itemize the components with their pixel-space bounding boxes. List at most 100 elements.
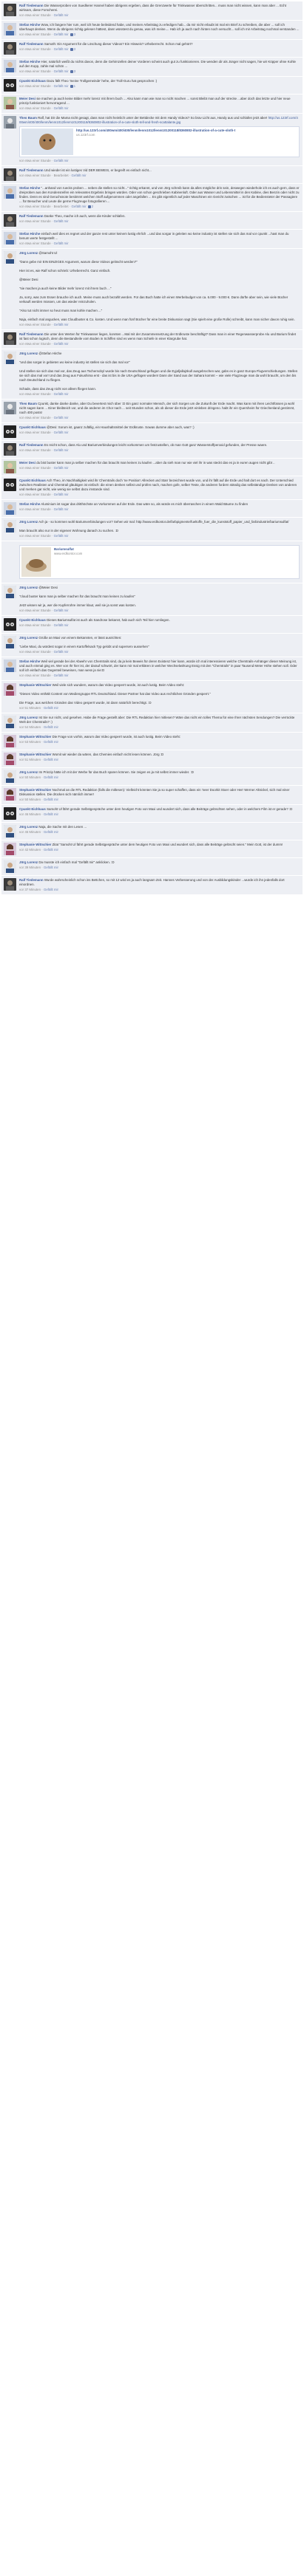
like-link[interactable]: Gefällt mir	[44, 740, 58, 744]
like-link[interactable]: Gefällt mir	[54, 106, 69, 110]
like-link[interactable]: Gefällt mir	[54, 416, 69, 419]
comment-author[interactable]: Ralf Tiedemann	[19, 214, 44, 218]
comment-timestamp[interactable]: vor etwa einer Stunde	[19, 32, 51, 36]
comment-timestamp[interactable]: vor etwa einer Stunde	[19, 650, 51, 654]
like-link[interactable]: Gefällt mir	[72, 205, 87, 208]
avatar[interactable]	[4, 116, 16, 129]
comment-timestamp[interactable]: vor etwa einer Stunde	[19, 47, 51, 51]
avatar[interactable]	[4, 402, 16, 414]
like-link[interactable]: Gefällt mir	[54, 466, 69, 470]
comment-author[interactable]: Jörg Lorenz	[19, 251, 38, 255]
comment-timestamp[interactable]: vor etwa einer Stunde	[19, 493, 51, 496]
comment-timestamp[interactable]: vor etwa einer Stunde	[19, 106, 51, 110]
avatar[interactable]	[4, 683, 16, 696]
comment-author[interactable]: Theo Baum	[19, 402, 37, 405]
comment-author[interactable]: Meier Desi	[19, 461, 36, 465]
avatar[interactable]	[4, 79, 16, 92]
comment-author[interactable]: Cpunkt Eichhaus	[19, 425, 46, 429]
comment-author[interactable]: Jörg Lorenz	[19, 352, 38, 355]
comment-author[interactable]: Stefan Hirche	[19, 60, 40, 64]
like-link[interactable]: Gefällt mir	[44, 888, 58, 891]
avatar[interactable]	[4, 186, 16, 199]
like-link[interactable]: Gefällt mir	[44, 775, 58, 779]
like-link[interactable]: Gefällt mir	[44, 798, 58, 801]
avatar[interactable]	[4, 502, 16, 515]
comment-timestamp[interactable]: vor etwa einer Stunde	[19, 69, 51, 73]
like-link[interactable]: Gefällt mir	[54, 159, 69, 162]
comment-timestamp[interactable]: vor etwa einer Stunde	[19, 623, 51, 627]
avatar[interactable]	[4, 770, 16, 783]
like-link[interactable]: Gefällt mir	[54, 323, 69, 326]
comment-timestamp[interactable]: vor 50 Minuten	[19, 798, 41, 801]
comment-author[interactable]: Stefan Hirche	[19, 660, 40, 663]
avatar[interactable]	[4, 4, 16, 16]
comment-author[interactable]: Stefan Hirche	[19, 502, 40, 506]
avatar[interactable]	[4, 618, 16, 631]
comment-timestamp[interactable]: vor 51 Minuten	[19, 758, 41, 761]
avatar[interactable]	[4, 251, 16, 264]
like-link[interactable]: Gefällt mir	[54, 674, 69, 677]
comment-timestamp[interactable]: vor etwa einer Stunde	[19, 342, 51, 346]
like-link[interactable]: Gefällt mir	[54, 623, 69, 627]
comment-author[interactable]: Cpunkt Eichhaus	[19, 79, 46, 83]
comment-author[interactable]: Stefan Hirche	[19, 232, 40, 236]
like-count[interactable]: 3	[74, 32, 75, 36]
avatar[interactable]	[4, 753, 16, 765]
comment-timestamp[interactable]: vor etwa einer Stunde	[19, 13, 51, 17]
comment-author[interactable]: Theo Baum	[19, 116, 37, 120]
avatar[interactable]	[4, 660, 16, 672]
comment-timestamp[interactable]: vor 45 Minuten	[19, 830, 41, 834]
comment-timestamp[interactable]: vor etwa einer Stunde	[19, 392, 51, 396]
comment-timestamp[interactable]: vor etwa einer Stunde	[19, 242, 51, 245]
comment-author[interactable]: Stephanie Wittschier	[19, 843, 51, 846]
comment-author[interactable]: Stephanie Wittschier	[19, 683, 51, 687]
comment-author[interactable]: Jörg Lorenz	[19, 860, 38, 864]
like-link[interactable]: Gefällt mir	[54, 609, 69, 612]
avatar[interactable]	[4, 636, 16, 648]
comment-author[interactable]: Cpunkt Eichhaus	[19, 807, 46, 811]
comment-timestamp[interactable]: vor etwa einer Stunde	[19, 507, 51, 511]
comment-author[interactable]: Ralf Tiedemann	[19, 4, 44, 7]
comment-timestamp[interactable]: vor etwa einer Stunde	[19, 534, 51, 538]
avatar[interactable]	[4, 23, 16, 35]
avatar[interactable]	[4, 60, 16, 72]
avatar[interactable]	[4, 352, 16, 364]
like-link[interactable]: Gefällt mir	[54, 84, 69, 88]
avatar[interactable]	[4, 232, 16, 244]
avatar[interactable]	[4, 520, 16, 532]
like-link[interactable]: Gefällt mir	[54, 342, 69, 346]
comment-timestamp[interactable]: vor etwa einer Stunde	[19, 448, 51, 452]
like-link[interactable]: Gefällt mir	[54, 242, 69, 245]
like-count[interactable]: 2	[92, 205, 93, 208]
comment-timestamp[interactable]: vor 39 Minuten	[19, 866, 41, 869]
like-link[interactable]: Gefällt mir	[54, 13, 69, 17]
avatar[interactable]	[4, 461, 16, 473]
comment-timestamp[interactable]: vor etwa einer Stunde	[19, 205, 51, 208]
like-link[interactable]: Gefällt mir	[44, 848, 58, 852]
comment-author[interactable]: Jörg Lorenz	[19, 636, 38, 640]
comment-author[interactable]: Jörg Lorenz	[19, 825, 38, 829]
comment-author[interactable]: Ralf Tiedemann	[19, 42, 44, 46]
comment-timestamp[interactable]: vor 53 Minuten	[19, 740, 41, 744]
link-preview-title[interactable]: http://us.123rf.com/400wm/400/400/lenm/l…	[76, 129, 235, 133]
comment-author[interactable]: Stephanie Wittschier	[19, 753, 51, 756]
comment-timestamp[interactable]: vor 54 Minuten	[19, 725, 41, 729]
like-link[interactable]: Gefällt mir	[54, 431, 69, 434]
comment-timestamp[interactable]: vor etwa einer Stunde	[19, 159, 51, 162]
avatar[interactable]	[4, 97, 16, 109]
comment-author[interactable]: Jörg Lorenz	[19, 770, 38, 774]
comment-author[interactable]: Stefan Hirche	[19, 23, 40, 27]
avatar[interactable]	[4, 843, 16, 855]
link-preview[interactable]: http://us.123rf.com/400wm/400/400/lenm/l…	[19, 126, 300, 157]
comment-author[interactable]: Jörg Lorenz	[19, 716, 38, 719]
avatar[interactable]	[4, 214, 16, 227]
like-link[interactable]: Gefällt mir	[44, 830, 58, 834]
like-link[interactable]: Gefällt mir	[44, 706, 58, 710]
like-link[interactable]: Gefällt mir	[44, 866, 58, 869]
like-link[interactable]: Gefällt mir	[44, 758, 58, 761]
avatar[interactable]	[4, 735, 16, 747]
comment-author[interactable]: Cpunkt Eichhaus	[19, 479, 46, 482]
comment-timestamp[interactable]: vor etwa einer Stunde	[19, 416, 51, 419]
like-link[interactable]: Gefällt mir	[54, 534, 69, 538]
like-link[interactable]: Gefällt mir	[54, 32, 69, 36]
